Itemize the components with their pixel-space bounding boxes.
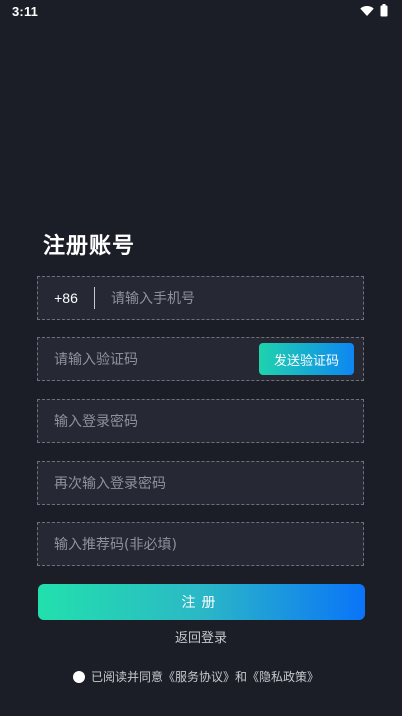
agreement: 已阅读并同意《服务协议》和《隐私政策》 (73, 668, 319, 685)
verification-code-field[interactable]: 请输入验证码 发送验证码 (37, 337, 364, 381)
terms-link[interactable]: 《服务协议》 (163, 670, 235, 684)
password-field[interactable]: 输入登录密码 (37, 399, 364, 443)
wifi-icon (360, 5, 374, 17)
status-icons (360, 4, 388, 17)
battery-icon (380, 4, 388, 17)
agreement-radio[interactable] (73, 670, 85, 683)
register-screen: 3:11 注册账号 +86 请输入手机号 请输入验证码 发送验证码 输入登录密码 (0, 0, 402, 716)
agreement-text: 已阅读并同意《服务协议》和《隐私政策》 (91, 668, 319, 685)
agreement-prefix: 已阅读并同意 (91, 670, 164, 684)
referral-code-placeholder[interactable]: 输入推荐码(非必填) (38, 534, 363, 554)
phone-field[interactable]: +86 请输入手机号 (37, 276, 364, 320)
divider (94, 287, 95, 309)
status-time: 3:11 (12, 4, 39, 19)
password-placeholder[interactable]: 输入登录密码 (38, 411, 363, 431)
agreement-and: 和 (235, 670, 248, 684)
referral-code-field[interactable]: 输入推荐码(非必填) (37, 522, 364, 566)
confirm-password-field[interactable]: 再次输入登录密码 (37, 461, 364, 505)
country-code[interactable]: +86 (38, 290, 94, 306)
privacy-link[interactable]: 《隐私政策》 (247, 670, 319, 684)
status-bar: 3:11 (0, 0, 402, 24)
send-code-button[interactable]: 发送验证码 (259, 343, 354, 375)
back-to-login-link[interactable]: 返回登录 (0, 627, 402, 646)
page-title: 注册账号 (43, 234, 136, 259)
confirm-password-placeholder[interactable]: 再次输入登录密码 (38, 473, 363, 493)
phone-input-placeholder[interactable]: 请输入手机号 (111, 288, 363, 308)
register-button[interactable]: 注册 (38, 584, 365, 620)
